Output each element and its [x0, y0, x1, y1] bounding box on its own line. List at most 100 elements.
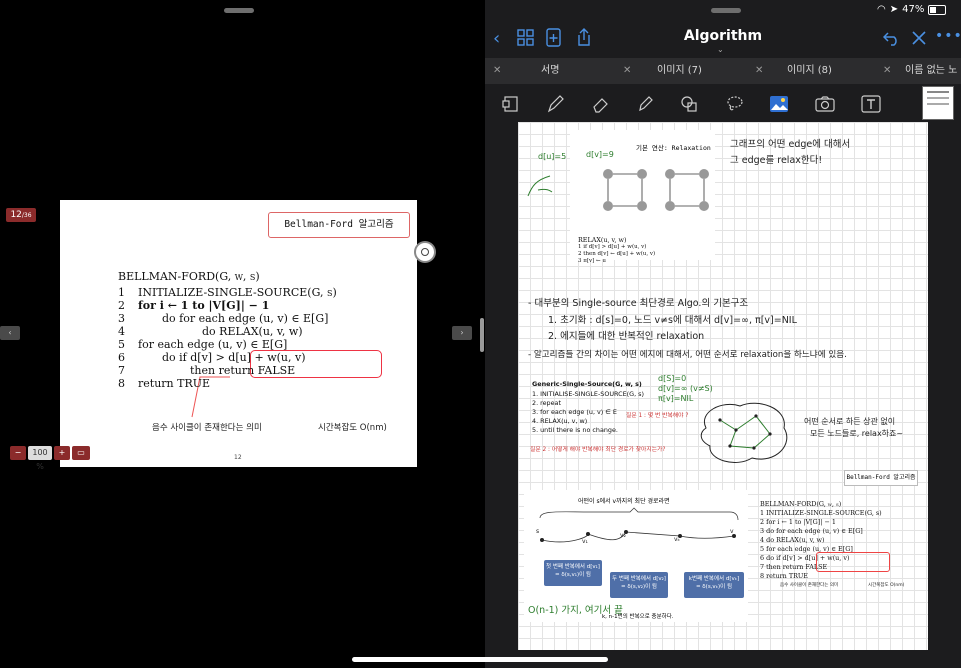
cloud-graph-drawing	[700, 402, 788, 463]
handwriting-line: - 대부분의 Single-source 최단경로 Algo.의 기본구조	[528, 298, 749, 309]
zoom-controls: − 100 % + ▭	[10, 446, 90, 471]
eraser-icon[interactable]	[589, 92, 613, 116]
note-page[interactable]: 기본 연산: Relaxation RELAX(u, v, w) 1 if d[…	[518, 122, 928, 650]
algo-line: 5 for each edge (u, v) ∈ E[G]	[118, 338, 288, 351]
split-divider-handle[interactable]	[480, 318, 484, 352]
highlighter-icon[interactable]	[633, 92, 657, 116]
path-node-v1: v₁	[582, 538, 588, 545]
pen-icon[interactable]	[543, 92, 567, 116]
slide-over-button[interactable]	[416, 243, 434, 261]
path-node-v: v	[730, 528, 734, 535]
complexity-note: 시간복잡도 O(nm)	[318, 423, 387, 433]
handwriting-bottom: O(n-1) 가지, 여기서 끝	[528, 605, 623, 616]
undo-icon[interactable]	[883, 30, 901, 46]
prev-page-button[interactable]: ‹	[0, 326, 20, 340]
generic-line: 2. repeat	[532, 399, 561, 407]
algo-line: 4 do RELAX(u, v, w)	[118, 325, 303, 338]
question-2: 질문 2 : 어떻게 해야 반복해야 최단 경로가 찾아지는가?	[530, 447, 666, 453]
handwriting-line: 2. 에지들에 대한 반복적인 relaxation	[548, 331, 705, 342]
close-tab-icon[interactable]: ✕	[493, 62, 501, 80]
path-diagram	[539, 507, 739, 543]
lasso-icon[interactable]	[723, 92, 747, 116]
handwriting-line: - 알고리즘들 간의 차이는 어떤 에지에 대해서, 어떤 순서로 relaxa…	[528, 350, 847, 360]
mini-note-complexity: 시간복잡도 O(nm)	[868, 583, 905, 588]
mini-algo-line: 8 return TRUE	[760, 572, 808, 580]
algo-line: 1 INITIALIZE-SINGLE-SOURCE(G, s)	[118, 286, 337, 299]
relax-graph-diagram	[603, 169, 709, 211]
handwriting-line: 1. 초기화 : d[s]=0, 노드 v≠s에 대해서 d[v]=∞, π[v…	[548, 315, 797, 326]
zoom-out-button[interactable]: −	[10, 446, 26, 460]
page-indicator: 12/36	[6, 208, 36, 222]
shapes-icon[interactable]	[677, 92, 701, 116]
tab-image-7[interactable]: 이미지 (7)	[657, 62, 702, 80]
handwriting-du: d[u]=5	[538, 152, 567, 161]
battery-icon	[928, 4, 947, 15]
algo-line: 2 for i ← 1 to |V[G]| − 1	[118, 299, 270, 312]
page-thumbnail[interactable]	[922, 86, 954, 120]
handwriting-dv: d[v]=9	[586, 150, 614, 159]
mini-highlight	[816, 552, 890, 572]
bellman-ford-box: Bellman-Ford 알고리즘	[844, 470, 918, 486]
basic-op-label: 기본 연산: Relaxation	[636, 144, 711, 152]
path-node-v2: v₂	[620, 532, 626, 539]
slide-page-number: 12	[234, 454, 242, 461]
handwriting-cloud: 어떤 순서로 하든 상관 없이	[804, 417, 896, 426]
close-tab-icon[interactable]: ✕	[755, 62, 763, 80]
lasso-select-icon[interactable]	[499, 92, 523, 116]
generic-line: 4. RELAX(u, v, w)	[532, 417, 588, 425]
zoom-in-button[interactable]: +	[54, 446, 70, 460]
path-node-s: s	[536, 528, 540, 535]
mini-algo-line: 1 INITIALIZE-SINGLE-SOURCE(G, s)	[760, 509, 882, 517]
more-options-icon[interactable]: •••	[935, 28, 961, 44]
chevron-right-icon: ›	[460, 328, 464, 337]
wifi-icon: ◠	[877, 4, 886, 15]
tab-untitled-note[interactable]: 이름 없는 노트	[905, 62, 961, 80]
pdf-viewer-pane: 12/36 ‹ › Bellman-Ford 알고리즘 음수 사이클이 존재한다…	[0, 0, 480, 668]
handwriting-init: d[v]=∞ (v≠S)	[658, 384, 713, 393]
generic-line: 3. for each edge (u, v) ∈ E	[532, 408, 617, 416]
handwriting-init: π[v]=NIL	[658, 394, 694, 403]
blue-note-1: 첫 번째 반복에서 d[v₁] = δ(s,v₁)이 됨	[544, 560, 602, 586]
chevron-left-icon: ‹	[8, 328, 12, 337]
mini-algo-line: BELLMAN-FORD(G, w, s)	[760, 500, 842, 508]
handwriting-init: d[S]=0	[658, 374, 687, 383]
camera-icon[interactable]	[813, 92, 837, 116]
image-icon[interactable]	[767, 92, 791, 116]
negative-cycle-note: 음수 사이클이 존재한다는 의미	[152, 423, 262, 433]
battery-percent: 47%	[902, 4, 925, 15]
handwriting-note: 그래프의 어떤 edge에 대해서	[730, 139, 851, 150]
multitask-handle[interactable]	[711, 8, 741, 13]
relax-code-line: 3 π[v] ← u	[578, 258, 606, 264]
algo-title: BELLMAN-FORD(G, w, s)	[118, 270, 260, 283]
multitask-handle[interactable]	[224, 8, 254, 13]
path-title: 어떤이 s에서 v까지의 최단 경로라면	[578, 498, 670, 505]
mini-note-negative: 음수 사이클이 존재한다는 의미	[780, 583, 839, 588]
close-icon[interactable]	[911, 30, 927, 46]
mini-algo-line: 4 do RELAX(u, v, w)	[760, 536, 825, 544]
page-current: 12	[10, 210, 22, 220]
question-1: 질문 1 : 몇 번 반복해야 ?	[626, 413, 689, 419]
tab-signature[interactable]: 서명	[541, 62, 559, 80]
next-page-button[interactable]: ›	[452, 326, 472, 340]
algo-line: 3 do for each edge (u, v) ∈ E[G]	[118, 312, 329, 325]
mini-algo-line: 3 do for each edge (u, v) ∈ E[G]	[760, 527, 863, 535]
close-tab-icon[interactable]: ✕	[883, 62, 891, 80]
tab-image-8[interactable]: 이미지 (8)	[787, 62, 832, 80]
close-tab-icon[interactable]: ✕	[623, 62, 631, 80]
relax-code-title: RELAX(u, v, w)	[578, 236, 627, 244]
handwriting-cloud: 모든 노드들로, relax하죠~	[810, 429, 904, 438]
blue-note-2: 두 번째 반복에서 d[v₂] = δ(s,v₂)이 됨	[610, 572, 668, 598]
location-icon: ➤	[889, 4, 899, 15]
fit-page-button[interactable]: ▭	[72, 446, 90, 460]
title-dropdown-icon[interactable]: ⌄	[717, 45, 724, 54]
handwriting-note: 그 edge를 relax한다!	[730, 155, 823, 166]
mini-algo-line: 2 for i ← 1 to |V[G]| − 1	[760, 518, 836, 526]
algo-line: 8 return TRUE	[118, 377, 211, 390]
path-node-vk: vₖ	[674, 536, 681, 543]
home-indicator[interactable]	[352, 657, 608, 662]
handwritten-arrows	[527, 175, 553, 197]
text-icon[interactable]	[859, 92, 883, 116]
slide-title-box: Bellman-Ford 알고리즘	[268, 212, 410, 238]
generic-line: 5. until there is no change.	[532, 426, 618, 434]
mini-bellman-ford: BELLMAN-FORD(G, w, s) 1 INITIALIZE-SINGL…	[754, 494, 922, 594]
